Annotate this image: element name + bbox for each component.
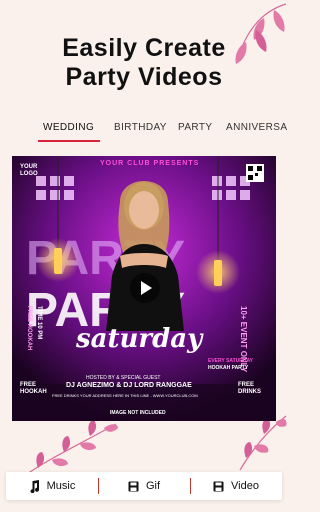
music-button[interactable]: Music — [6, 472, 98, 500]
template-preview[interactable]: PARTY PARTY YOUR CLUB PRESENTS YOUR LOGO… — [12, 156, 276, 421]
gif-label: Gif — [145, 480, 161, 492]
tab-birthday[interactable]: BIRTHDAY — [114, 122, 167, 133]
page-headline: Easily Create Party Videos — [0, 34, 288, 92]
poster-script-title: saturday — [76, 324, 203, 354]
tab-anniversary[interactable]: ANNIVERSARY — [226, 122, 288, 133]
poster-every-saturday: EVERY SATURDAY — [208, 358, 254, 364]
poster-hosted-by: HOSTED BY & SPECIAL GUEST — [86, 375, 161, 381]
save-icon — [213, 481, 224, 492]
bottom-action-bar: Music Gif Video — [6, 472, 282, 500]
active-tab-indicator — [38, 140, 100, 142]
poster-logo: YOUR LOGO — [20, 164, 38, 177]
poster-address: FREE DRINKS YOUR ADDRESS HERE IN THIS LI… — [52, 393, 198, 398]
headline-line-2: Party Videos — [65, 63, 223, 91]
tab-wedding[interactable]: WEDDING — [43, 122, 94, 133]
music-note-icon — [29, 479, 40, 493]
gif-button[interactable]: Gif — [98, 472, 190, 500]
video-label: Video — [231, 480, 259, 492]
video-button[interactable]: Video — [190, 472, 282, 500]
play-button[interactable] — [130, 273, 160, 303]
poster-image-note: IMAGE NOT INCLUDED — [110, 410, 166, 416]
tab-party[interactable]: PARTY — [178, 122, 212, 133]
poster-side-free-hookah: FREE HOOKAH — [26, 306, 32, 351]
poster-djs: DJ AGNEZIMO & DJ LORD RANGGAE — [66, 382, 192, 389]
headline-line-1: Easily Create — [62, 34, 226, 62]
poster-free-hookah: FREE HOOKAH — [20, 382, 47, 395]
leaf-decoration-bottom-left — [23, 420, 118, 477]
poster-club-presents: YOUR CLUB PRESENTS — [100, 160, 200, 167]
music-label: Music — [46, 480, 76, 492]
poster-side-time: TIME 10 PM — [36, 306, 42, 340]
save-icon — [128, 481, 139, 492]
category-tabs: WEDDING BIRTHDAY PARTY ANNIVERSARY — [0, 118, 288, 144]
poster-free-drinks: FREE DRINKS — [238, 382, 262, 395]
poster-hookah-party: HOOKAH PARTY — [208, 365, 249, 371]
